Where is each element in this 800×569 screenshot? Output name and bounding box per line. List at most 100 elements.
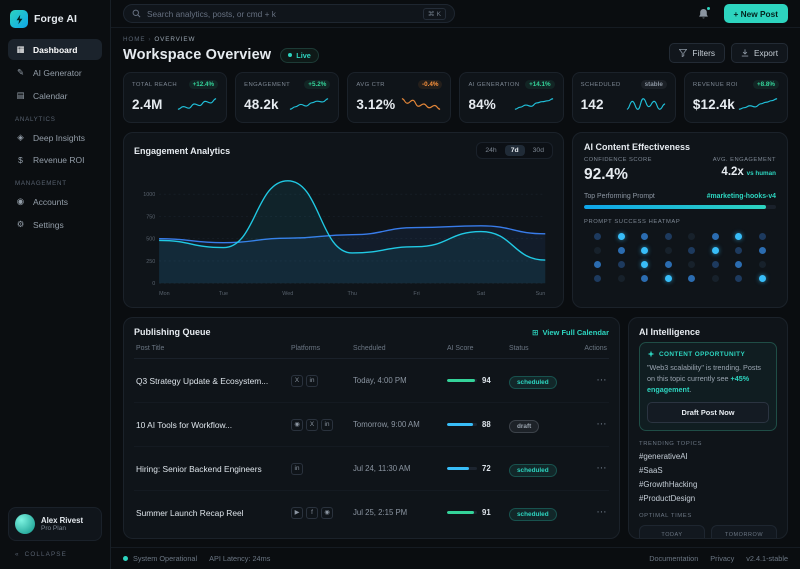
stat-delta-badge: +5.2%: [304, 80, 330, 89]
stat-label: REVENUE ROI: [693, 82, 738, 88]
top-prompt-link[interactable]: #marketing-hooks-v4: [707, 193, 776, 200]
avg-engagement-value: 4.2x: [721, 166, 743, 178]
filters-button[interactable]: Filters: [669, 43, 725, 63]
queue-row[interactable]: 10 AI Tools for Workflow... ◉Xin Tomorro…: [134, 403, 609, 447]
sidebar-item-accounts[interactable]: ◉ Accounts: [8, 191, 102, 212]
linkedin-icon: in: [321, 419, 333, 431]
svg-text:Sat: Sat: [477, 291, 486, 297]
live-dot-icon: [288, 53, 292, 57]
heatmap-dot: [759, 247, 766, 254]
breadcrumb-home[interactable]: HOME: [123, 36, 145, 43]
search-box[interactable]: ⌘ K: [123, 4, 455, 23]
scheduled-time: Jul 25, 2:15 PM: [353, 508, 447, 517]
trending-topic[interactable]: #SaaS: [639, 466, 777, 475]
new-post-button[interactable]: + New Post: [724, 4, 789, 23]
version-label: v2.4.1-stable: [746, 554, 788, 563]
queue-row[interactable]: Summer Launch Recap Reel ▶f◉ Jul 25, 2:1…: [134, 491, 609, 534]
sidebar-item-label: Dashboard: [33, 45, 77, 55]
stat-label: AI GENERATION: [468, 82, 519, 88]
sidebar-item-dashboard[interactable]: ▦ Dashboard: [8, 39, 102, 60]
heatmap-dot: [665, 233, 672, 240]
breadcrumb-separator: ›: [148, 36, 151, 43]
sparkline-chart: [176, 96, 218, 112]
sparkline-chart: [400, 96, 442, 112]
queue-row[interactable]: Q3 Strategy Update & Ecosystem... Xin To…: [134, 359, 609, 403]
post-title: Summer Launch Recap Reel: [136, 508, 291, 518]
heatmap-dot: [618, 247, 625, 254]
documentation-link[interactable]: Documentation: [649, 554, 698, 563]
trending-topic[interactable]: #generativeAI: [639, 452, 777, 461]
sidebar-nav: ▦ Dashboard ✎ AI Generator ▤ Calendar AN…: [8, 39, 102, 237]
heatmap-dot: [712, 261, 719, 268]
stat-card-engagement: ENGAGEMENT+5.2% 48.2k: [235, 72, 339, 123]
post-title: Q3 Strategy Update & Ecosystem...: [136, 376, 291, 386]
sidebar-item-revenue-roi[interactable]: $ Revenue ROI: [8, 150, 102, 170]
range-pill-7d[interactable]: 7d: [505, 145, 525, 156]
user-card[interactable]: Alex Rivest Pro Plan: [8, 507, 102, 541]
stat-value: 2.4M: [132, 97, 163, 112]
collapse-button[interactable]: « COLLAPSE: [8, 548, 102, 561]
row-actions-button[interactable]: ⋯: [573, 507, 607, 518]
search-input[interactable]: [147, 9, 417, 19]
page-header: HOME›OVERVIEW Workspace Overview Live Fi…: [123, 36, 788, 63]
heatmap-dot: [735, 275, 742, 282]
row-actions-button[interactable]: ⋯: [573, 463, 607, 474]
trending-topic[interactable]: #GrowthHacking: [639, 480, 777, 489]
range-pill-24h[interactable]: 24h: [479, 145, 502, 156]
sidebar-section-analytics: ANALYTICS: [15, 116, 95, 123]
platforms-cell: ◉Xin: [291, 419, 353, 431]
status-badge: scheduled: [509, 376, 557, 389]
prompt-heatmap: [584, 233, 776, 282]
svg-text:Thu: Thu: [348, 291, 357, 297]
optimal-times-label: OPTIMAL TIMES: [639, 513, 777, 519]
svg-text:500: 500: [146, 237, 155, 243]
app-name: Forge AI: [34, 13, 77, 25]
export-button[interactable]: Export: [731, 43, 788, 63]
collapse-label: COLLAPSE: [25, 551, 67, 558]
trending-topic[interactable]: #ProductDesign: [639, 494, 777, 503]
stat-value: $12.4k: [693, 97, 735, 112]
sidebar-item-settings[interactable]: ⚙ Settings: [8, 214, 102, 235]
linkedin-icon: in: [291, 463, 303, 475]
draft-post-now-button[interactable]: Draft Post Now: [647, 402, 769, 423]
row-actions-button[interactable]: ⋯: [573, 419, 607, 430]
gear-icon: ⚙: [15, 219, 26, 230]
engagement-chart: 02505007501000MonTueWedThuFriSatSun: [134, 164, 553, 298]
opportunity-label: CONTENT OPPORTUNITY: [659, 351, 745, 358]
heatmap-dot: [688, 247, 695, 254]
calendar-icon: ▤: [15, 90, 26, 101]
sidebar-item-label: Calendar: [33, 91, 68, 101]
dashboard-icon: ▦: [15, 44, 26, 55]
prompt-progress-track: [584, 205, 776, 209]
scheduled-time: Today, 4:00 PM: [353, 376, 447, 385]
svg-text:250: 250: [146, 259, 155, 265]
stat-delta-badge: +14.1%: [525, 80, 555, 89]
ai-intelligence-panel: AI Intelligence CONTENT OPPORTUNITY "Web…: [628, 317, 788, 539]
score-bar: [447, 423, 477, 426]
view-full-calendar-link[interactable]: ⊞ View Full Calendar: [532, 328, 609, 337]
sidebar-item-deep-insights[interactable]: ◈ Deep Insights: [8, 127, 102, 148]
sparkline-chart: [737, 96, 779, 112]
status-bar: System Operational API Latency: 24ms Doc…: [111, 547, 800, 569]
sidebar-item-ai-generator[interactable]: ✎ AI Generator: [8, 62, 102, 83]
sidebar-item-calendar[interactable]: ▤ Calendar: [8, 85, 102, 106]
score-bar: [447, 379, 477, 382]
ai-effectiveness-panel: AI Content Effectiveness CONFIDENCE SCOR…: [572, 132, 788, 308]
api-latency: API Latency: 24ms: [209, 554, 270, 563]
row-actions-button[interactable]: ⋯: [573, 375, 607, 386]
ai-score-cell: 94: [447, 376, 509, 385]
ai-score-cell: 88: [447, 420, 509, 429]
stat-card-scheduled: SCHEDULEDstable 142: [572, 72, 676, 123]
queue-row[interactable]: Hiring: Senior Backend Engineers in Jul …: [134, 447, 609, 491]
download-icon: [741, 49, 749, 57]
avg-engagement-label: AVG. ENGAGEMENT: [713, 157, 776, 163]
main-column: ⌘ K + New Post HOME›OVERVIEW Workspace O…: [111, 0, 800, 569]
status-badge: scheduled: [509, 508, 557, 521]
range-pill-30d[interactable]: 30d: [527, 145, 550, 156]
heatmap-dot: [618, 261, 625, 268]
status-cell: scheduled: [509, 376, 573, 386]
notifications-bell-button[interactable]: [696, 6, 712, 22]
svg-text:Fri: Fri: [413, 291, 419, 297]
breadcrumb-current: OVERVIEW: [154, 36, 195, 43]
privacy-link[interactable]: Privacy: [710, 554, 734, 563]
